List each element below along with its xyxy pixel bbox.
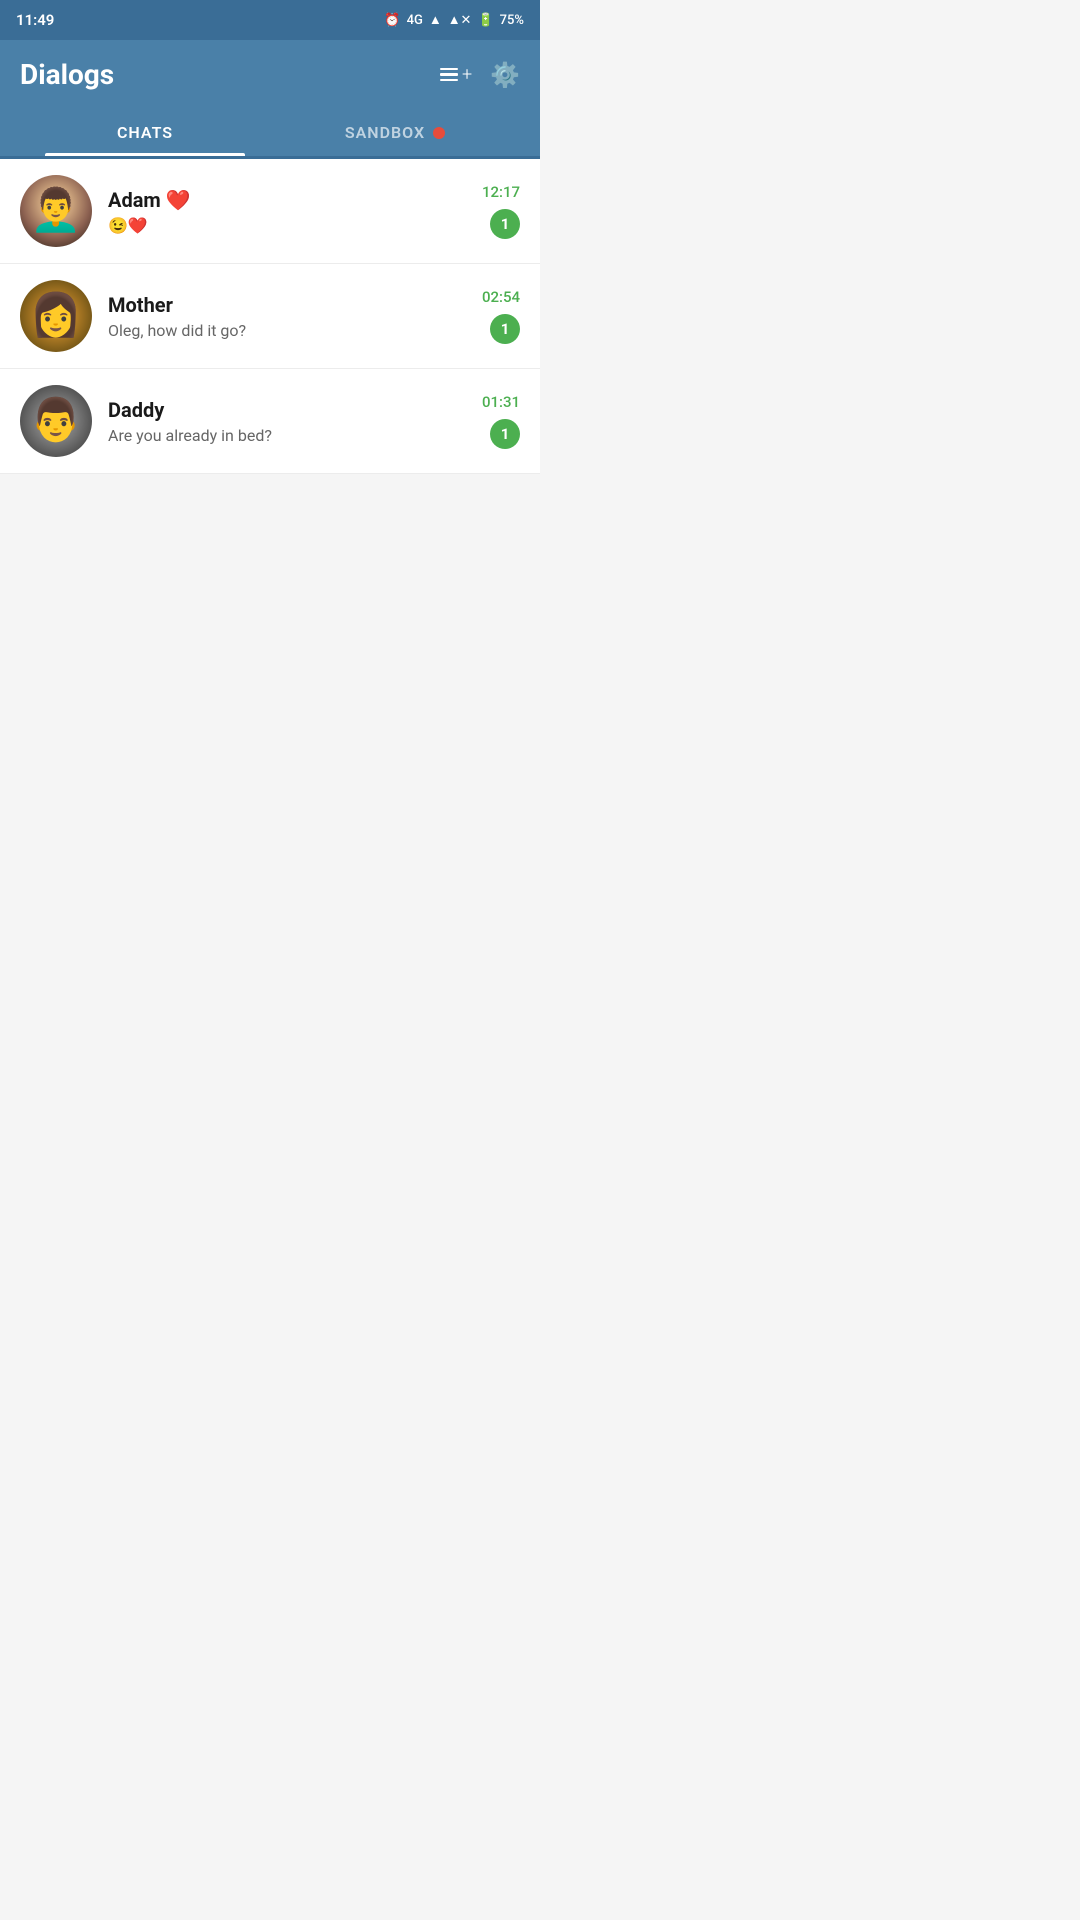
chat-meta-daddy: 01:31 1 (482, 393, 520, 449)
chat-content-mother: Mother Oleg, how did it go? (108, 293, 466, 340)
chat-meta-adam: 12:17 1 (482, 183, 520, 239)
chat-time-mother: 02:54 (482, 288, 520, 306)
header-top: Dialogs + ⚙️ (20, 58, 520, 109)
chat-preview-daddy: Are you already in bed? (108, 426, 466, 445)
avatar-adam (20, 175, 92, 247)
avatar-daddy (20, 385, 92, 457)
page-title: Dialogs (20, 58, 114, 91)
chat-content-daddy: Daddy Are you already in bed? (108, 398, 466, 445)
unread-badge-daddy: 1 (490, 419, 520, 449)
chat-preview-mother: Oleg, how did it go? (108, 321, 466, 340)
avatar-mother (20, 280, 92, 352)
unread-badge-mother: 1 (490, 314, 520, 344)
header-actions: + ⚙️ (440, 61, 520, 89)
compose-button[interactable]: + (440, 66, 472, 84)
sandbox-notification-dot (433, 127, 445, 139)
unread-badge-adam: 1 (490, 209, 520, 239)
chat-item-adam[interactable]: Adam ❤️ 😉❤️ 12:17 1 (0, 159, 540, 264)
tab-chats[interactable]: CHATS (20, 109, 270, 156)
chat-meta-mother: 02:54 1 (482, 288, 520, 344)
battery-icon: 🔋 (477, 13, 493, 28)
chat-name-daddy: Daddy (108, 398, 466, 422)
chat-name-mother: Mother (108, 293, 466, 317)
chat-list: Adam ❤️ 😉❤️ 12:17 1 Mother Oleg, how did… (0, 159, 540, 474)
status-icons: ⏰ 4G ▲ ▲✕ 🔋 75% (384, 12, 524, 28)
header: Dialogs + ⚙️ CHATS SANDBOX (0, 40, 540, 156)
chat-name-adam: Adam ❤️ (108, 188, 466, 212)
network-label: 4G (407, 13, 423, 28)
signal-icon: ▲ (429, 12, 442, 28)
tabs-container: CHATS SANDBOX (20, 109, 520, 156)
status-time: 11:49 (16, 11, 54, 29)
signal-x-icon: ▲✕ (448, 12, 472, 28)
chat-content-adam: Adam ❤️ 😉❤️ (108, 188, 466, 235)
chat-time-daddy: 01:31 (482, 393, 520, 411)
settings-button[interactable]: ⚙️ (490, 61, 520, 89)
alarm-icon: ⏰ (384, 13, 400, 28)
battery-percent: 75% (500, 13, 524, 28)
tab-sandbox[interactable]: SANDBOX (270, 109, 520, 156)
chat-item-mother[interactable]: Mother Oleg, how did it go? 02:54 1 (0, 264, 540, 369)
chat-preview-adam: 😉❤️ (108, 216, 466, 235)
chat-time-adam: 12:17 (482, 183, 520, 201)
chat-item-daddy[interactable]: Daddy Are you already in bed? 01:31 1 (0, 369, 540, 474)
status-bar: 11:49 ⏰ 4G ▲ ▲✕ 🔋 75% (0, 0, 540, 40)
